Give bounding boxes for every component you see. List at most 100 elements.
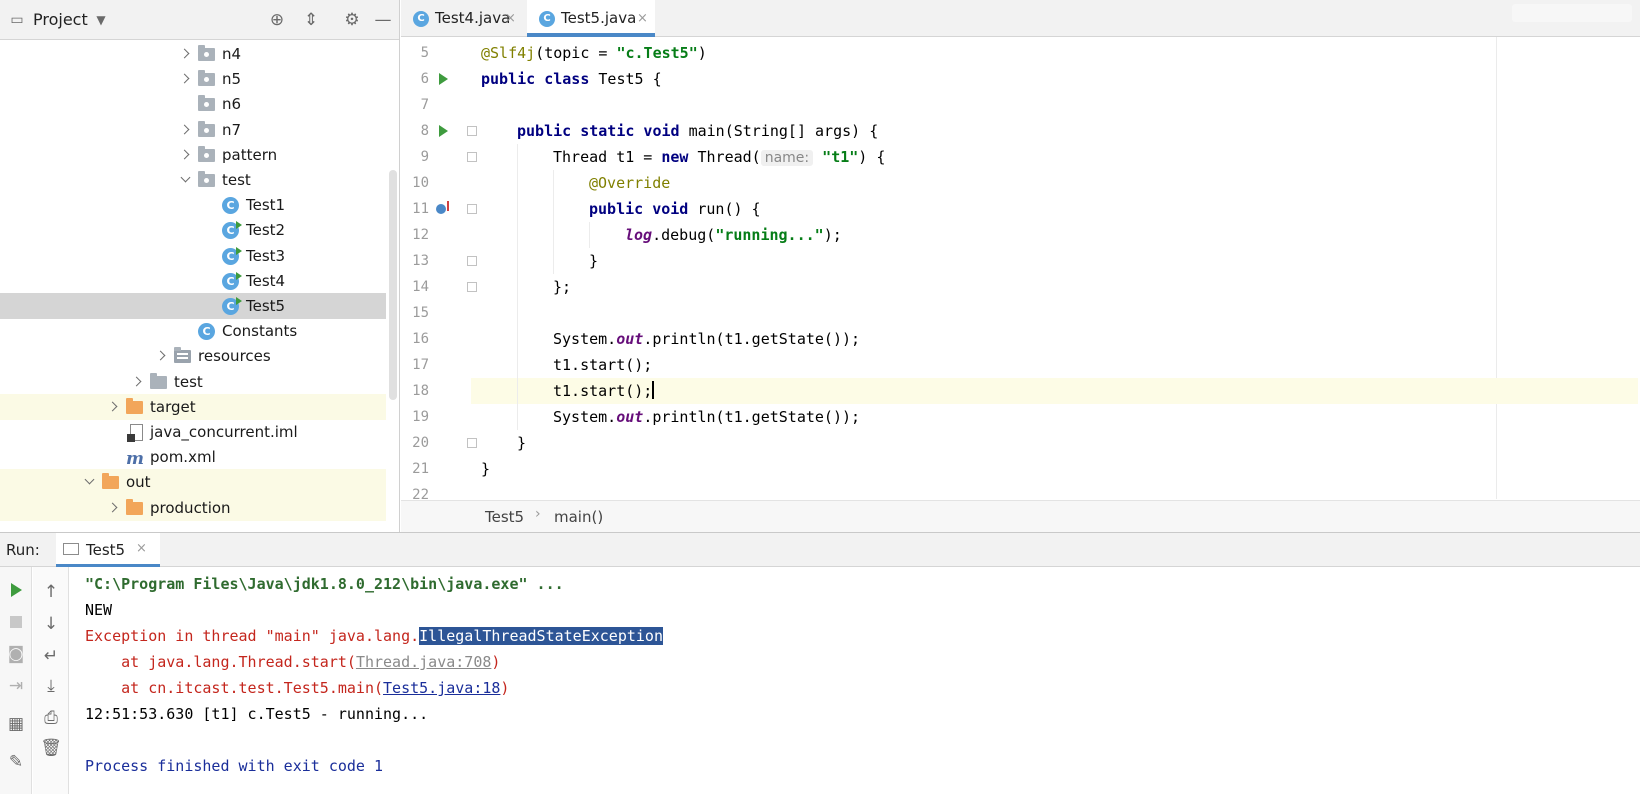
- gear-icon[interactable]: ⚙: [343, 11, 361, 29]
- code-line-21: }: [481, 460, 491, 478]
- tree-item[interactable]: out: [0, 469, 386, 496]
- stop-icon[interactable]: [5, 611, 27, 633]
- line-number: 18: [412, 383, 429, 399]
- tree-item-label: n5: [222, 70, 242, 89]
- chevron-right-icon[interactable]: [108, 503, 118, 513]
- tab-test5-java[interactable]: C Test5.java ×: [527, 0, 655, 37]
- tree-item[interactable]: target: [0, 393, 386, 420]
- tree-item[interactable]: C Test3: [0, 243, 386, 269]
- tree-item[interactable]: resources: [0, 343, 386, 369]
- collapse-all-icon[interactable]: ⇕: [302, 11, 320, 29]
- chevron-right-icon[interactable]: [180, 150, 190, 160]
- java-class-icon: C: [222, 221, 242, 240]
- tree-scrollbar[interactable]: [389, 170, 397, 400]
- tree-item-label: resources: [198, 347, 271, 366]
- exit-icon[interactable]: ⇥: [5, 675, 27, 697]
- layout-icon[interactable]: ▦: [5, 713, 27, 735]
- project-panel-header: ▭ Project ▼ ⊕ ⇕ ⚙ —: [0, 0, 399, 40]
- override-gutter-icon[interactable]: [436, 201, 449, 214]
- project-tree: n4 n5 n6 n7 pattern test C Test1 C Test2 C Test3 C Te…: [0, 40, 399, 532]
- code-line-10: @Override: [471, 170, 1638, 196]
- line-number: 6: [420, 71, 429, 87]
- console-output[interactable]: "C:\Program Files\Java\jdk1.8.0_212\bin\…: [85, 571, 1625, 791]
- tree-item[interactable]: n7: [0, 117, 386, 143]
- package-icon: [198, 120, 215, 137]
- chevron-right-icon[interactable]: [132, 377, 142, 387]
- code-line-12: log.debug("running...");: [471, 222, 1638, 248]
- tree-item-label: Test1: [246, 196, 286, 215]
- tree-item[interactable]: C Test4: [0, 268, 386, 294]
- chevron-down-icon[interactable]: [180, 175, 190, 185]
- tree-item[interactable]: m pom.xml: [0, 444, 386, 470]
- line-number: 13: [412, 253, 429, 269]
- tree-item[interactable]: C Test1: [0, 192, 386, 218]
- hide-panel-icon[interactable]: —: [374, 11, 392, 29]
- tree-item[interactable]: test: [0, 167, 386, 193]
- tree-item[interactable]: n5: [0, 66, 386, 92]
- stacktrace-link[interactable]: Thread.java:708: [356, 653, 491, 671]
- tree-item-label: production: [150, 498, 231, 517]
- tree-item-label: n6: [222, 95, 242, 114]
- arrow-up-icon[interactable]: ↑: [40, 581, 62, 603]
- line-number: 17: [412, 357, 429, 373]
- tab-run-test5[interactable]: Test5 ×: [56, 533, 160, 567]
- chevron-right-icon[interactable]: [180, 125, 190, 135]
- tree-item[interactable]: C Test5: [0, 293, 386, 319]
- code-line-5: @Slf4j(topic = "c.Test5"): [481, 44, 707, 62]
- soft-wrap-icon[interactable]: ↵: [40, 645, 62, 667]
- line-number: 21: [412, 461, 429, 477]
- pin-icon[interactable]: ✎: [5, 751, 27, 773]
- chevron-down-icon[interactable]: ▼: [92, 11, 110, 29]
- tab-test4-java[interactable]: C Test4.java ×: [401, 0, 524, 37]
- code-line-15: [471, 300, 1638, 326]
- code-area[interactable]: @Slf4j(topic = "c.Test5") public class T…: [471, 37, 1638, 497]
- breadcrumb: Test5 › main(): [401, 500, 1640, 532]
- java-class-icon: C: [198, 323, 215, 341]
- tree-item[interactable]: n4: [0, 41, 386, 67]
- run-gutter-icon[interactable]: [439, 73, 448, 85]
- code-line-16: System.out.println(t1.getState());: [471, 326, 1638, 352]
- arrow-down-icon[interactable]: ↓: [40, 613, 62, 635]
- rerun-icon[interactable]: [5, 579, 27, 601]
- java-class-icon: C: [222, 271, 242, 290]
- trash-icon[interactable]: 🗑: [40, 737, 62, 759]
- run-panel-header: Run: Test5 ×: [0, 533, 1640, 567]
- chevron-right-icon[interactable]: [156, 351, 166, 361]
- chevron-right-icon[interactable]: [180, 49, 190, 59]
- breadcrumb-separator: ›: [535, 506, 541, 522]
- tree-item-label: Constants: [222, 322, 298, 341]
- tree-item-label: Test4: [246, 271, 286, 290]
- camera-icon[interactable]: ◙: [5, 643, 27, 665]
- tree-item[interactable]: n6: [0, 91, 386, 117]
- breadcrumb-class[interactable]: Test5: [485, 508, 524, 526]
- tree-item-label: out: [126, 473, 151, 492]
- line-number: 5: [420, 45, 429, 61]
- run-gutter-icon[interactable]: [439, 125, 448, 137]
- code-line-6: public class Test5 {: [481, 70, 662, 88]
- close-icon[interactable]: ×: [637, 0, 648, 37]
- chevron-down-icon[interactable]: [84, 477, 94, 487]
- run-toolbar: ◙ ⇥ ▦ ✎: [0, 567, 32, 794]
- scroll-to-end-icon[interactable]: ⤓: [40, 675, 62, 697]
- close-icon[interactable]: ×: [136, 541, 147, 556]
- tree-item[interactable]: C Constants: [0, 318, 386, 344]
- locate-icon[interactable]: ⊕: [268, 11, 286, 29]
- line-number: 11: [412, 201, 429, 217]
- line-number: 12: [412, 227, 429, 243]
- text-caret: [652, 381, 655, 399]
- tree-item[interactable]: production: [0, 494, 386, 521]
- stacktrace-link[interactable]: Test5.java:18: [383, 679, 500, 697]
- editor-gutter: 5 6 7 8 9 10 11 12 13 14 15 16 17 18 19 20 21 22: [401, 37, 477, 503]
- tree-item[interactable]: java_concurrent.iml: [0, 419, 386, 445]
- chevron-right-icon[interactable]: [180, 74, 190, 84]
- tree-item[interactable]: test: [0, 369, 386, 395]
- breadcrumb-method[interactable]: main(): [554, 508, 603, 526]
- close-icon[interactable]: ×: [505, 0, 516, 37]
- print-icon[interactable]: ⎙: [40, 707, 62, 729]
- tree-item-label: test: [222, 171, 251, 189]
- java-class-icon: C: [222, 197, 239, 215]
- tree-item[interactable]: pattern: [0, 142, 386, 168]
- chevron-right-icon[interactable]: [108, 402, 118, 412]
- tree-item[interactable]: C Test2: [0, 217, 386, 243]
- project-view-selector[interactable]: Project: [33, 10, 88, 29]
